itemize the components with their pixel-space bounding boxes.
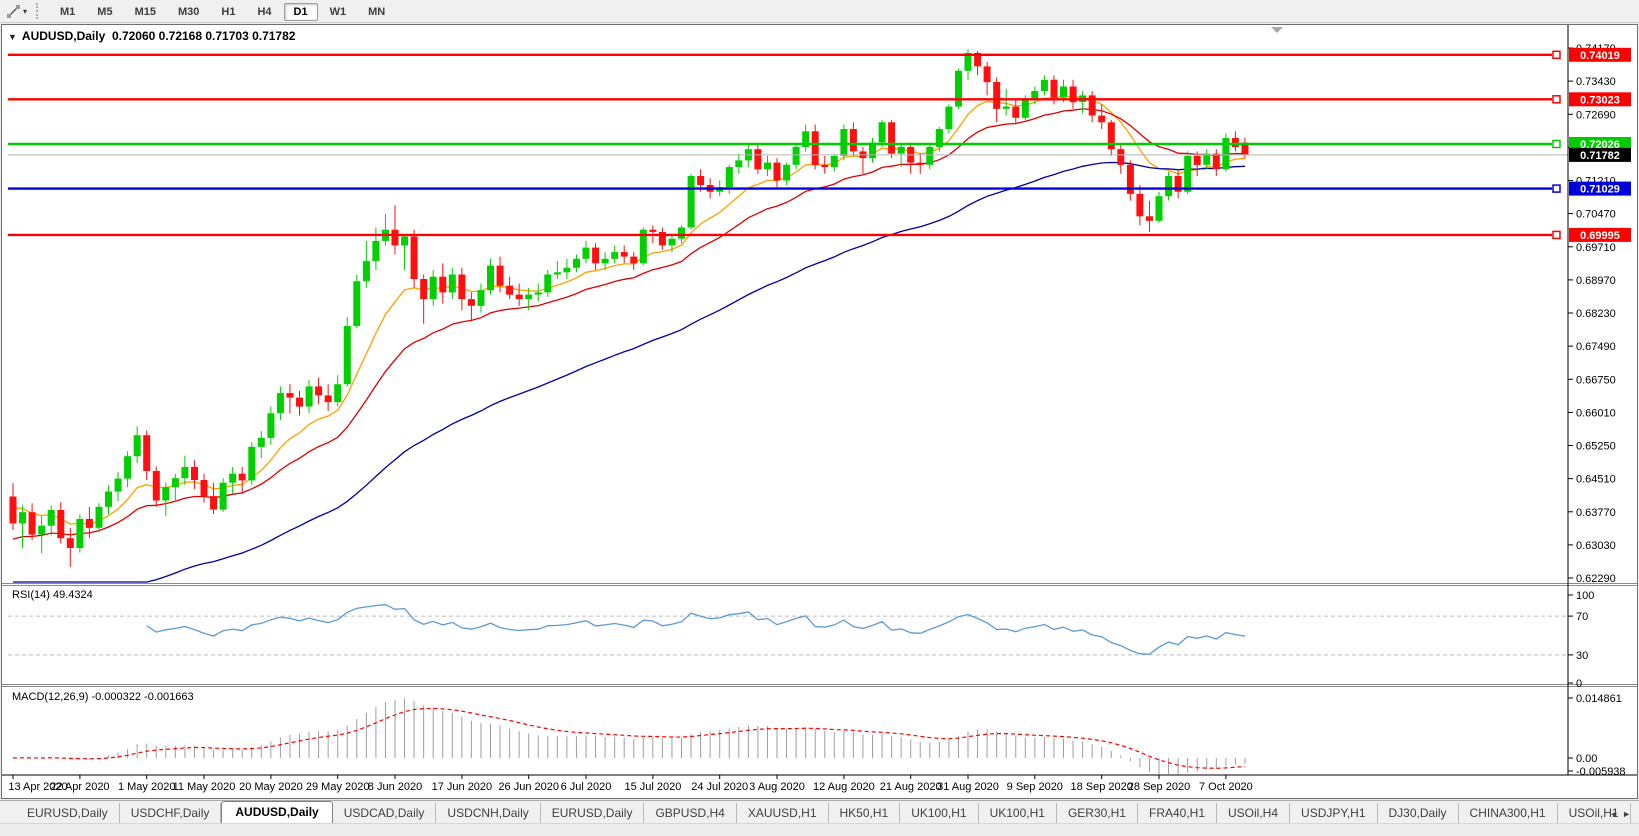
chart-tab-USDCAD-Daily[interactable]: USDCAD,Daily: [333, 803, 437, 823]
svg-text:0.69710: 0.69710: [1576, 242, 1616, 254]
svg-text:0.71782: 0.71782: [1580, 150, 1620, 162]
svg-text:0.73023: 0.73023: [1580, 94, 1620, 106]
svg-text:0.70470: 0.70470: [1576, 209, 1616, 221]
chart-tab-GER30-H1[interactable]: GER30,H1: [1057, 803, 1138, 823]
svg-text:17 Jun 2020: 17 Jun 2020: [432, 781, 493, 793]
svg-text:0.64510: 0.64510: [1576, 474, 1616, 486]
chart-tab-UK100-H1[interactable]: UK100,H1: [900, 803, 978, 823]
chart-window: [2, 25, 1638, 799]
svg-text:100: 100: [1576, 590, 1594, 602]
timeframe-button-W1[interactable]: W1: [320, 3, 357, 21]
chart-tab-bar: EURUSD,DailyUSDCHF,DailyAUDUSD,DailyUSDC…: [0, 800, 1639, 823]
svg-text:0.66750: 0.66750: [1576, 374, 1616, 386]
chart-tab-CHINA300-H1[interactable]: CHINA300,H1: [1459, 803, 1558, 823]
svg-text:11 May 2020: 11 May 2020: [173, 781, 236, 793]
timeframe-button-group: M1M5M15M30H1H4D1W1MN: [49, 2, 396, 20]
chart-tab-USDCNH-Daily[interactable]: USDCNH,Daily: [436, 803, 540, 823]
tab-scroll-left-icon[interactable]: ◄: [1609, 809, 1622, 819]
svg-text:20 May 2020: 20 May 2020: [239, 781, 303, 793]
chart-tab-HK50-H1[interactable]: HK50,H1: [829, 803, 901, 823]
timeframe-button-D1[interactable]: D1: [284, 3, 318, 21]
chart-title: ▼ AUDUSD,Daily 0.72060 0.72168 0.71703 0.…: [8, 29, 295, 43]
macd-indicator-label: MACD(12,26,9) -0.000322 -0.001663: [12, 691, 194, 703]
chart-tabs: EURUSD,DailyUSDCHF,DailyAUDUSD,DailyUSDC…: [16, 801, 1631, 823]
toolbar-separator: [36, 3, 41, 19]
svg-text:22 Apr 2020: 22 Apr 2020: [50, 781, 109, 793]
chart-tab-USDJPY-H1[interactable]: USDJPY,H1: [1290, 803, 1377, 823]
chart-tab-EURUSD-Daily[interactable]: EURUSD,Daily: [16, 803, 120, 823]
top-toolbar: ▾ M1M5M15M30H1H4D1W1MN: [0, 0, 1639, 23]
svg-text:0.69995: 0.69995: [1580, 230, 1620, 242]
timeframe-button-MN[interactable]: MN: [358, 3, 395, 21]
chart-collapse-icon[interactable]: ▼: [8, 32, 17, 42]
svg-text:24 Jul 2020: 24 Jul 2020: [691, 781, 748, 793]
svg-text:6 Jul 2020: 6 Jul 2020: [561, 781, 612, 793]
timeframe-button-H4[interactable]: H4: [247, 3, 281, 21]
svg-text:0.68970: 0.68970: [1576, 275, 1616, 287]
svg-text:0.63770: 0.63770: [1576, 507, 1616, 519]
chart-tab-AUDUSD-Daily[interactable]: AUDUSD,Daily: [221, 801, 332, 824]
chart-tab-UK100-H1[interactable]: UK100,H1: [979, 803, 1057, 823]
svg-text:1 May 2020: 1 May 2020: [118, 781, 175, 793]
svg-text:0.63030: 0.63030: [1576, 540, 1616, 552]
svg-text:30: 30: [1576, 650, 1588, 662]
svg-text:15 Jul 2020: 15 Jul 2020: [624, 781, 681, 793]
status-strip: [0, 823, 1639, 836]
svg-text:7 Oct 2020: 7 Oct 2020: [1199, 781, 1253, 793]
timeframe-button-M5[interactable]: M5: [87, 3, 122, 21]
svg-text:-0.005938: -0.005938: [1576, 766, 1626, 778]
chart-canvas[interactable]: .t11{font:11px "Liberation Sans",sans-se…: [0, 24, 1639, 800]
timeframe-button-M15[interactable]: M15: [125, 3, 166, 21]
chart-title-text: AUDUSD,Daily 0.72060 0.72168 0.71703 0.7…: [22, 29, 296, 43]
svg-text:3 Aug 2020: 3 Aug 2020: [749, 781, 805, 793]
chart-tab-FRA40-H1[interactable]: FRA40,H1: [1138, 803, 1217, 823]
tab-scroll-right-icon[interactable]: ►: [1622, 809, 1635, 819]
svg-text:0.74019: 0.74019: [1580, 50, 1620, 62]
svg-text:29 May 2020: 29 May 2020: [306, 781, 370, 793]
svg-text:0.72690: 0.72690: [1576, 109, 1616, 121]
svg-text:0.62290: 0.62290: [1576, 573, 1616, 585]
svg-text:0.67490: 0.67490: [1576, 341, 1616, 353]
chart-tab-EURUSD-Daily[interactable]: EURUSD,Daily: [541, 803, 645, 823]
chart-tab-XAUUSD-H1[interactable]: XAUUSD,H1: [737, 803, 829, 823]
svg-text:18 Sep 2020: 18 Sep 2020: [1071, 781, 1133, 793]
chart-tab-USDCHF-Daily[interactable]: USDCHF,Daily: [120, 803, 222, 823]
line-tool-icon[interactable]: [4, 3, 22, 19]
chart-tab-USOil-H4[interactable]: USOil,H4: [1217, 803, 1290, 823]
timeframe-button-H1[interactable]: H1: [211, 3, 245, 21]
svg-text:0.00: 0.00: [1576, 753, 1597, 765]
svg-text:0.73430: 0.73430: [1576, 76, 1616, 88]
svg-text:26 Jun 2020: 26 Jun 2020: [498, 781, 559, 793]
svg-text:0.014861: 0.014861: [1576, 693, 1622, 705]
svg-text:12 Aug 2020: 12 Aug 2020: [813, 781, 875, 793]
svg-text:21 Aug 2020: 21 Aug 2020: [880, 781, 942, 793]
svg-text:9 Sep 2020: 9 Sep 2020: [1007, 781, 1063, 793]
rsi-indicator-label: RSI(14) 49.4324: [12, 589, 93, 601]
tool-dropdown-arrow-icon[interactable]: ▾: [22, 7, 32, 16]
svg-text:28 Sep 2020: 28 Sep 2020: [1128, 781, 1190, 793]
svg-text:0.71029: 0.71029: [1580, 184, 1620, 196]
chart-tab-GBPUSD-H4[interactable]: GBPUSD,H4: [644, 803, 736, 823]
chart-tab-DJ30-Daily[interactable]: DJ30,Daily: [1378, 803, 1459, 823]
svg-text:0.68230: 0.68230: [1576, 308, 1616, 320]
svg-text:31 Aug 2020: 31 Aug 2020: [937, 781, 999, 793]
svg-text:70: 70: [1576, 611, 1588, 623]
svg-text:8 Jun 2020: 8 Jun 2020: [368, 781, 422, 793]
svg-text:0.65250: 0.65250: [1576, 441, 1616, 453]
svg-text:0.66010: 0.66010: [1576, 407, 1616, 419]
timeframe-button-M1[interactable]: M1: [50, 3, 85, 21]
timeframe-button-M30[interactable]: M30: [168, 3, 209, 21]
svg-text:0: 0: [1576, 678, 1582, 690]
